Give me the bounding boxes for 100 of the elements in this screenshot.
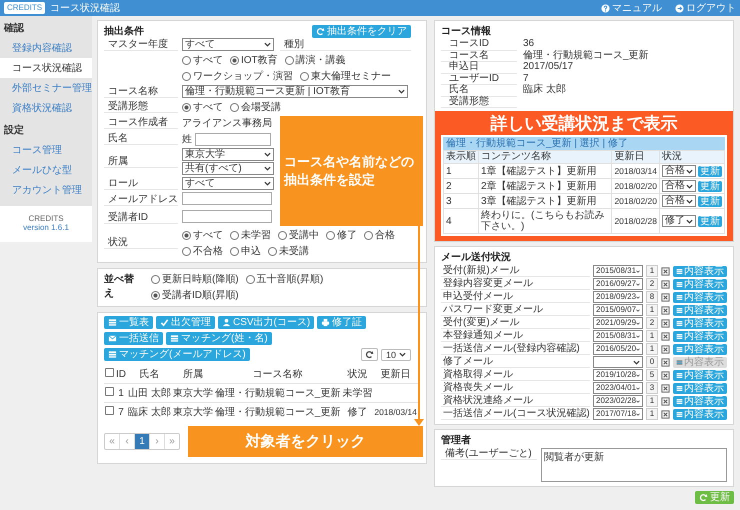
- select-field[interactable]: 2019/10/28: [593, 369, 643, 381]
- toolbar-button[interactable]: 出欠管理: [156, 316, 215, 329]
- select-field[interactable]: 合格: [662, 165, 696, 177]
- table-cell[interactable]: 山田 太郎: [127, 384, 172, 402]
- input-field[interactable]: [182, 210, 272, 223]
- field-label: 所属: [104, 156, 178, 168]
- radio-button[interactable]: [230, 230, 239, 240]
- radio-button[interactable]: [182, 230, 191, 240]
- sidebar-item[interactable]: 資格状況確認: [0, 98, 92, 118]
- view-button[interactable]: 内容表示: [673, 304, 727, 316]
- toolbar-button[interactable]: 一覧表: [104, 316, 153, 329]
- input-field[interactable]: [195, 132, 271, 146]
- page-size-select[interactable]: 10: [380, 348, 411, 360]
- page-button[interactable]: »: [164, 434, 179, 449]
- header-link[interactable]: ログアウト: [675, 1, 736, 15]
- select-field[interactable]: 東京大学: [182, 148, 274, 161]
- option-label: 更新日時順(降順): [162, 272, 239, 286]
- select-field[interactable]: 倫理・行動規範コース更新 | IOT教育: [182, 85, 408, 98]
- count-field[interactable]: 1: [646, 304, 658, 316]
- radio-button[interactable]: [182, 56, 191, 64]
- count-field[interactable]: 3: [646, 382, 658, 394]
- count-field[interactable]: 1: [646, 343, 658, 355]
- toolbar-button[interactable]: マッチング(姓・名): [166, 332, 272, 345]
- radio-button[interactable]: [230, 56, 239, 64]
- view-button[interactable]: 内容表示: [673, 278, 727, 290]
- count-field[interactable]: 2: [646, 317, 658, 329]
- select-field[interactable]: 2015/09/07: [593, 304, 643, 316]
- select-field[interactable]: 合格: [662, 180, 696, 192]
- sidebar-item[interactable]: コース状況確認: [0, 58, 92, 78]
- page-button[interactable]: ›: [149, 434, 164, 449]
- view-button[interactable]: 内容表示: [673, 330, 727, 342]
- select-field[interactable]: 2023/04/01: [593, 382, 643, 394]
- view-button[interactable]: 内容表示: [673, 292, 727, 302]
- radio-button[interactable]: [364, 230, 373, 240]
- radio-button[interactable]: [182, 246, 191, 256]
- select-field[interactable]: すべて: [182, 177, 274, 190]
- checkbox[interactable]: [105, 387, 114, 396]
- count-field[interactable]: 1: [646, 330, 658, 342]
- select-field[interactable]: 合格: [662, 195, 696, 207]
- view-button[interactable]: 内容表示: [673, 318, 727, 328]
- view-button[interactable]: 内容表示: [673, 370, 727, 380]
- count-field[interactable]: 2: [646, 278, 658, 290]
- radio-button[interactable]: [278, 230, 287, 240]
- save-button[interactable]: 更新: [695, 491, 734, 504]
- count-field[interactable]: 1: [646, 408, 658, 420]
- update-button[interactable]: 更新: [698, 196, 722, 206]
- count-field[interactable]: 1: [646, 395, 658, 407]
- count-field[interactable]: 8: [646, 291, 658, 303]
- header-link[interactable]: マニュアル: [601, 1, 662, 15]
- radio-button[interactable]: [300, 72, 309, 80]
- sidebar-item[interactable]: メールひな型: [0, 160, 92, 180]
- clear-button[interactable]: 抽出条件をクリア: [312, 24, 411, 38]
- input-field[interactable]: [182, 192, 272, 205]
- toolbar-button[interactable]: CSV出力(コース): [218, 316, 314, 329]
- select-field[interactable]: 2015/08/31: [593, 265, 643, 277]
- toolbar-button[interactable]: 修了証: [317, 316, 366, 329]
- select-field[interactable]: すべて: [182, 38, 274, 51]
- page-button[interactable]: 1: [134, 434, 149, 449]
- select-field[interactable]: 共有(すべて): [182, 162, 274, 175]
- page-button[interactable]: «: [105, 434, 119, 449]
- view-button[interactable]: 内容表示: [673, 382, 727, 394]
- radio-button[interactable]: [284, 56, 294, 64]
- radio-button[interactable]: [150, 290, 160, 300]
- radio-button[interactable]: [182, 72, 191, 80]
- sidebar-item[interactable]: 外部セミナー管理: [0, 78, 92, 98]
- select-field[interactable]: 2018/09/23: [593, 291, 643, 303]
- select-field[interactable]: 修了: [662, 215, 696, 227]
- select-field[interactable]: 2021/09/29: [593, 317, 643, 329]
- toolbar-button[interactable]: マッチング(メールアドレス): [104, 348, 250, 361]
- radio-button[interactable]: [230, 102, 239, 112]
- view-button[interactable]: 内容表示: [673, 344, 727, 354]
- radio-button[interactable]: [150, 274, 160, 284]
- update-button[interactable]: 更新: [698, 180, 722, 192]
- view-button[interactable]: 内容表示: [673, 408, 727, 420]
- count-field[interactable]: 5: [646, 369, 658, 381]
- table-cell[interactable]: 臨床 太郎: [127, 402, 172, 421]
- radio-button[interactable]: [230, 246, 239, 256]
- sidebar-item[interactable]: 登録内容確認: [0, 38, 92, 58]
- select-field[interactable]: 2023/02/28: [593, 395, 643, 407]
- update-button[interactable]: 更新: [698, 216, 722, 226]
- radio-button[interactable]: [268, 246, 277, 256]
- sidebar-item[interactable]: コース管理: [0, 140, 92, 160]
- checkbox[interactable]: [105, 368, 114, 377]
- select-field[interactable]: 2016/09/27: [593, 278, 643, 290]
- toolbar-button[interactable]: 一括送信: [104, 332, 163, 345]
- select-field[interactable]: 2016/05/20: [593, 343, 643, 355]
- refresh-button[interactable]: [360, 348, 378, 361]
- sidebar-item[interactable]: アカウント管理: [0, 180, 92, 200]
- update-button[interactable]: 更新: [698, 166, 722, 176]
- select-field[interactable]: 2017/07/18: [593, 408, 643, 420]
- radio-button[interactable]: [246, 274, 255, 284]
- view-button[interactable]: 内容表示: [673, 266, 727, 276]
- select-field[interactable]: [593, 356, 643, 368]
- checkbox[interactable]: [105, 406, 114, 415]
- count-field[interactable]: 1: [646, 265, 658, 277]
- select-field[interactable]: 2015/08/31: [593, 330, 643, 342]
- radio-button[interactable]: [182, 102, 191, 112]
- note-field[interactable]: 閲覧者が更新: [541, 448, 727, 482]
- radio-button[interactable]: [326, 230, 335, 240]
- view-button[interactable]: 内容表示: [673, 396, 727, 406]
